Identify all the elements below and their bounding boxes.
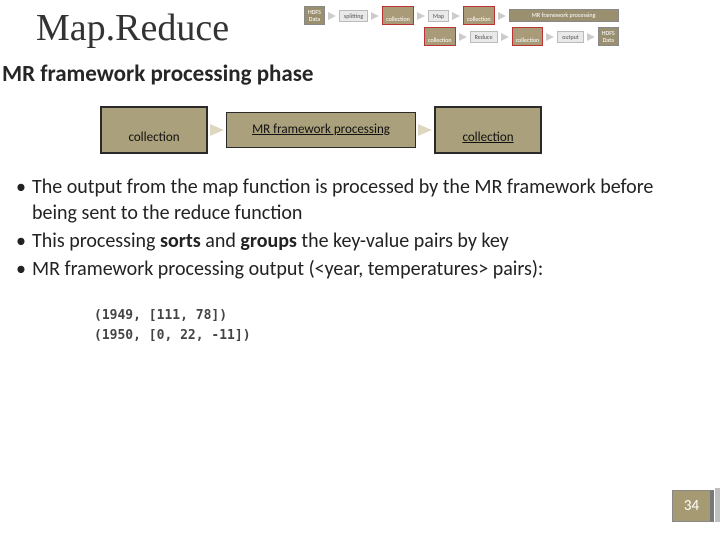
arrow-icon [328,12,336,20]
arrow-icon [498,12,506,20]
arrow-icon [546,33,554,41]
flow-diagram: collection MR framework processing colle… [0,88,720,161]
flow-mid-box: MR framework processing [226,112,416,148]
arrow-icon [452,12,460,20]
page-number: 34 [672,490,714,522]
arrow-icon [501,33,509,41]
arrow-icon [417,12,425,20]
arrow-icon [418,124,432,136]
mini-reduce: Reduce [470,31,498,43]
bullet-item: This processing sorts and groups the key… [16,228,696,254]
mini-map: Map [428,10,449,22]
mini-kv1: collection [382,6,414,25]
mini-hdfs-out: HDFSData [598,27,619,46]
arrow-icon [459,33,467,41]
mini-hdfs-in: HDFSData [304,6,325,25]
flow-output-box: collection [434,106,542,155]
mini-output: output [557,31,584,43]
side-decoration [715,488,720,522]
mini-overview-diagram: HDFSData splitting collection Map collec… [304,6,712,56]
mini-kv3: collection [424,27,456,46]
bullet-item: MR framework processing output (<year, t… [16,256,696,282]
code-line: (1949, [111, 78]) [94,306,720,326]
code-line: (1950, [0, 22, -11]) [94,326,720,346]
code-sample: (1949, [111, 78]) (1950, [0, 22, -11]) [0,284,720,345]
bullet-list: The output from the map function is proc… [0,160,720,282]
mini-kv2: collection [463,6,495,25]
arrow-icon [371,12,379,20]
bullet-item: The output from the map function is proc… [16,174,696,226]
arrow-icon [587,33,595,41]
mini-mr: MR framework processing [509,9,619,22]
flow-input-box: collection [100,106,208,155]
arrow-icon [210,124,224,136]
mini-splitting: splitting [339,10,368,22]
mini-kv4: collection [512,27,544,46]
